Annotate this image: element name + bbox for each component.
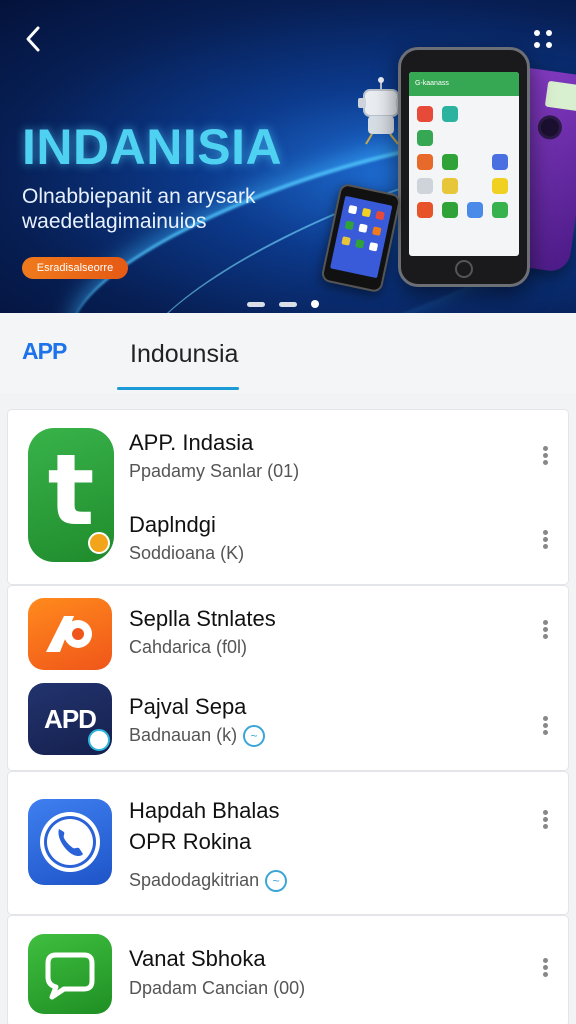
phone-topbar-text: G-kaanass <box>409 72 519 96</box>
hero-banner[interactable]: INDANISIA Olnabbiepanit an arysark waede… <box>0 0 576 313</box>
active-tab-indicator <box>117 387 239 390</box>
overflow-menu-icon[interactable] <box>532 524 558 554</box>
overflow-menu-icon[interactable] <box>532 952 558 982</box>
app-title[interactable]: APP. Indasia <box>129 430 253 456</box>
app-card: t APP. Indasia Ppadamy Sanlar (01) Dapln… <box>8 410 568 584</box>
app-subtitle: Ppadamy Sanlar (01) <box>129 461 300 481</box>
app-title-secondary[interactable]: OPR Rokina <box>129 829 251 855</box>
banner-title: INDANISIA <box>22 119 283 175</box>
app-subtitle: Dpadam Cancian (00) <box>129 978 306 998</box>
apd-app-icon[interactable]: APD <box>28 683 112 755</box>
verified-icon: ~ <box>265 870 288 893</box>
app-card: Vanat Sbhoka Dpadam Cancian (00) <box>8 916 568 1024</box>
app-title[interactable]: Pajval Sepa <box>129 694 246 720</box>
overflow-menu-icon[interactable] <box>532 440 558 470</box>
more-options-button[interactable] <box>532 28 556 52</box>
green-chat-app-icon[interactable] <box>28 934 112 1014</box>
app-title[interactable]: Hapdah Bhalas <box>129 798 279 824</box>
tab-bar: APP Indounsia <box>0 313 576 393</box>
phone-app-icon[interactable] <box>28 799 112 885</box>
carousel-dot[interactable] <box>279 301 297 307</box>
app-title[interactable]: Seplla Stnlates <box>129 606 276 632</box>
app-subtitle-text: Badnauan (k) <box>129 725 238 745</box>
banner-subtitle: Olnabbiepanit an arysark waedetlagimainu… <box>22 184 302 234</box>
green-t-app-icon[interactable]: t <box>28 428 114 562</box>
verified-icon: ~ <box>243 725 266 748</box>
chat-bubble-icon <box>45 952 95 1000</box>
chevron-left-icon <box>26 26 40 52</box>
orange-app-icon[interactable] <box>28 598 112 670</box>
app-subtitle: Badnauan (k) ~ <box>129 725 266 748</box>
carousel-dot-active[interactable] <box>311 300 319 308</box>
back-button[interactable] <box>18 24 48 54</box>
tab-indounsia[interactable]: Indounsia <box>130 340 238 369</box>
banner-cta-button[interactable]: Esradisalseorre <box>22 257 128 279</box>
overflow-menu-icon[interactable] <box>532 804 558 834</box>
icon-letters-apd: APD <box>44 703 97 734</box>
app-card: Hapdah Bhalas OPR Rokina Spadodagkitrian… <box>8 772 568 914</box>
banner-subtitle-line-2: waedetlagimainuios <box>22 210 207 233</box>
app-card: Seplla Stnlates Cahdarica (f0l) APD Pajv… <box>8 586 568 770</box>
overflow-menu-icon[interactable] <box>532 710 558 740</box>
badge-icon <box>88 729 110 751</box>
tab-app[interactable]: APP <box>22 338 67 365</box>
carousel-indicator[interactable] <box>247 300 319 308</box>
icon-letter-t: t <box>47 434 95 548</box>
app-subtitle: Cahdarica (f0l) <box>129 637 248 657</box>
app-title[interactable]: Vanat Sbhoka <box>129 946 266 972</box>
phone-illustration: G-kaanass <box>398 47 530 287</box>
app-subtitle: Spadodagkitrian ~ <box>129 870 288 893</box>
badge-icon <box>88 532 110 554</box>
banner-subtitle-line-1: Olnabbiepanit an arysark <box>22 185 256 208</box>
phone-call-icon <box>40 812 100 872</box>
app-subtitle-text: Spadodagkitrian <box>129 870 260 890</box>
overflow-menu-icon[interactable] <box>532 614 558 644</box>
carousel-dot[interactable] <box>247 301 265 307</box>
app-title[interactable]: Daplndgi <box>129 512 216 538</box>
orange-logo-icon <box>46 616 92 652</box>
app-subtitle: Soddioana (K) <box>129 543 245 563</box>
